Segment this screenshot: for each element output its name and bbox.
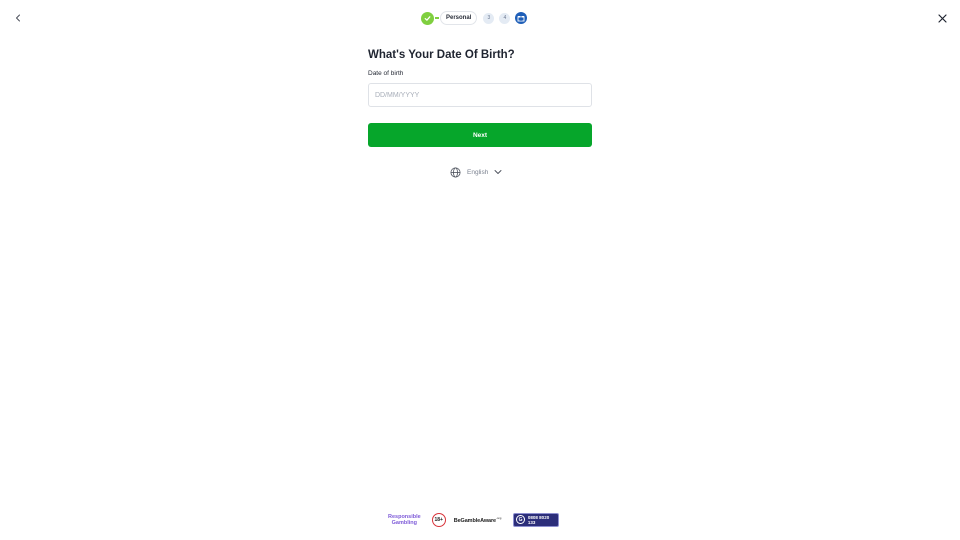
chevron-down-icon [494,170,502,174]
check-icon [424,15,431,21]
language-selector[interactable]: English [450,166,502,178]
step-pending: 3 [483,12,495,24]
close-button[interactable] [934,10,950,26]
gamstop-g-icon: G [516,515,525,524]
chevron-left-icon [16,14,20,22]
back-button[interactable] [10,10,26,26]
step-completed [421,11,434,25]
responsible-gambling-logo[interactable]: Responsible Gambling [388,514,421,526]
gift-icon [517,16,525,22]
begambleaware-suffix: .org [496,515,502,520]
page-title: What's Your Date Of Birth? [368,49,515,61]
globe-icon [450,167,461,177]
step-connector [435,17,439,19]
age-restriction-badge: 18+ [431,512,446,527]
step-current: Personal [440,11,478,25]
step-final [515,12,528,24]
dob-form: What's Your Date Of Birth? Date of birth… [368,48,592,147]
responsible-gambling-line2: Gambling [391,519,418,526]
begambleaware-logo[interactable]: BeGambleAware.org [454,516,502,524]
registration-stepper: Personal 3 4 [421,11,528,25]
footer-logos: Responsible Gambling 18+ BeGambleAware.o… [388,511,560,528]
dob-input[interactable] [368,83,592,107]
gamstop-logo[interactable]: G 0808 8020 133 [513,512,560,527]
next-button[interactable]: Next [368,123,592,147]
close-icon [937,13,947,23]
dob-label: Date of birth [368,70,404,77]
gamstop-phone: 0808 8020 133 [527,514,550,525]
step-pending: 4 [499,12,511,24]
language-label: English [467,168,489,176]
begambleaware-text: BeGambleAware [453,517,497,524]
